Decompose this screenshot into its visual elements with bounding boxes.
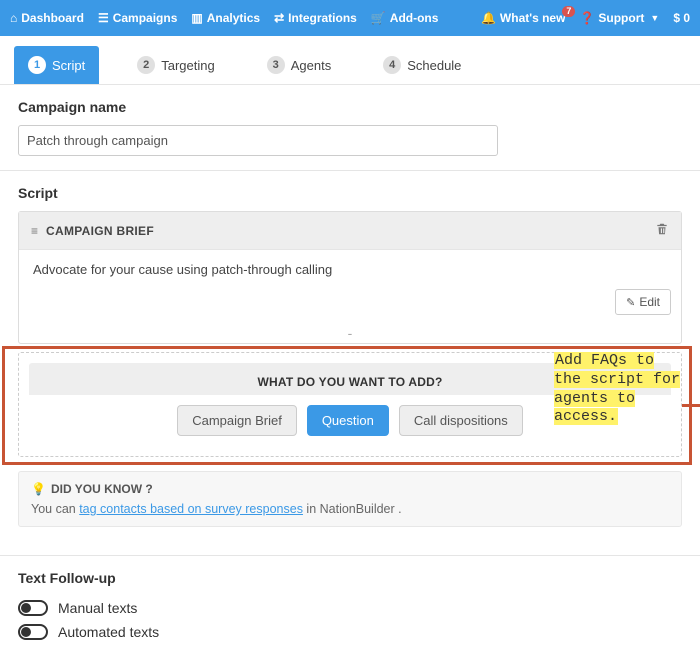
tab-number: 1 [28, 56, 46, 74]
home-icon: ⌂ [10, 11, 17, 25]
nav-integrations-label: Integrations [288, 11, 357, 25]
drag-handle-icon[interactable]: ≡ [31, 225, 38, 237]
nav-balance[interactable]: $ 0 [673, 11, 690, 25]
dyk-link[interactable]: tag contacts based on survey responses [79, 502, 303, 516]
cart-icon: 🛒 [371, 11, 386, 25]
callout-text: Add FAQs to the script for agents to acc… [554, 352, 680, 425]
nav-analytics[interactable]: ▥ Analytics [191, 11, 260, 25]
followup-heading: Text Follow-up [18, 570, 682, 586]
chart-icon: ▥ [191, 11, 202, 25]
edit-icon: ✎ [626, 296, 635, 309]
whats-new-badge: 7 [562, 6, 575, 17]
lightbulb-icon: 💡 [31, 482, 46, 496]
callout-annotation: Add FAQs to the script for agents to acc… [554, 352, 689, 427]
tab-number: 3 [267, 56, 285, 74]
shuffle-icon: ⇄ [274, 11, 284, 25]
nav-analytics-label: Analytics [207, 11, 260, 25]
block-body: Advocate for your cause using patch-thro… [19, 250, 681, 283]
tab-agents[interactable]: 3 Agents [253, 46, 345, 84]
edit-block-button[interactable]: ✎ Edit [615, 289, 671, 315]
dyk-suffix: in NationBuilder . [303, 502, 402, 516]
manual-texts-label: Manual texts [58, 600, 137, 616]
nav-support-label: Support [598, 11, 644, 25]
add-question-button[interactable]: Question [307, 405, 389, 436]
top-navbar: ⌂ Dashboard ☰ Campaigns ▥ Analytics ⇄ In… [0, 0, 700, 36]
nav-dashboard-label: Dashboard [21, 11, 84, 25]
dyk-title: DID YOU KNOW ? [51, 482, 153, 496]
wizard-tabs: 1 Script 2 Targeting 3 Agents 4 Schedule [0, 36, 700, 85]
trash-icon [655, 222, 669, 236]
tab-script[interactable]: 1 Script [14, 46, 99, 84]
add-call-dispositions-button[interactable]: Call dispositions [399, 405, 523, 436]
block-title: CAMPAIGN BRIEF [46, 224, 154, 238]
tab-label: Targeting [161, 58, 214, 73]
text-followup-section: Text Follow-up Manual texts Automated te… [0, 555, 700, 644]
nav-dashboard[interactable]: ⌂ Dashboard [10, 11, 84, 25]
bell-icon: 🔔 [481, 11, 496, 25]
campaign-name-label: Campaign name [18, 99, 682, 115]
nav-balance-label: $ 0 [673, 11, 690, 25]
list-icon: ☰ [98, 11, 109, 25]
chevron-down-icon: ▼ [650, 13, 659, 23]
nav-integrations[interactable]: ⇄ Integrations [274, 11, 357, 25]
nav-campaigns-label: Campaigns [113, 11, 178, 25]
nav-addons[interactable]: 🛒 Add-ons [371, 11, 439, 25]
tab-number: 2 [137, 56, 155, 74]
edit-label: Edit [639, 295, 660, 309]
delete-block-button[interactable] [655, 222, 669, 239]
add-campaign-brief-button[interactable]: Campaign Brief [177, 405, 297, 436]
campaign-brief-block: ≡ CAMPAIGN BRIEF Advocate for your cause… [18, 211, 682, 344]
tab-label: Agents [291, 58, 331, 73]
tab-label: Schedule [407, 58, 461, 73]
nav-campaigns[interactable]: ☰ Campaigns [98, 11, 177, 25]
tab-targeting[interactable]: 2 Targeting [123, 46, 228, 84]
automated-texts-toggle[interactable] [18, 624, 48, 640]
nav-whats-new-label: What's new [500, 11, 566, 25]
block-divider: - [19, 325, 681, 343]
nav-whats-new[interactable]: 🔔 What's new 7 [481, 11, 565, 25]
campaign-name-input[interactable] [18, 125, 498, 156]
nav-addons-label: Add-ons [390, 11, 439, 25]
did-you-know-panel: 💡 DID YOU KNOW ? You can tag contacts ba… [18, 471, 682, 527]
script-heading: Script [18, 185, 682, 201]
tab-schedule[interactable]: 4 Schedule [369, 46, 475, 84]
nav-support[interactable]: ❓ Support ▼ [579, 11, 659, 25]
manual-texts-toggle[interactable] [18, 600, 48, 616]
dyk-prefix: You can [31, 502, 79, 516]
help-icon: ❓ [579, 11, 594, 25]
tab-number: 4 [383, 56, 401, 74]
tab-label: Script [52, 58, 85, 73]
campaign-name-section: Campaign name [0, 85, 700, 171]
automated-texts-label: Automated texts [58, 624, 159, 640]
